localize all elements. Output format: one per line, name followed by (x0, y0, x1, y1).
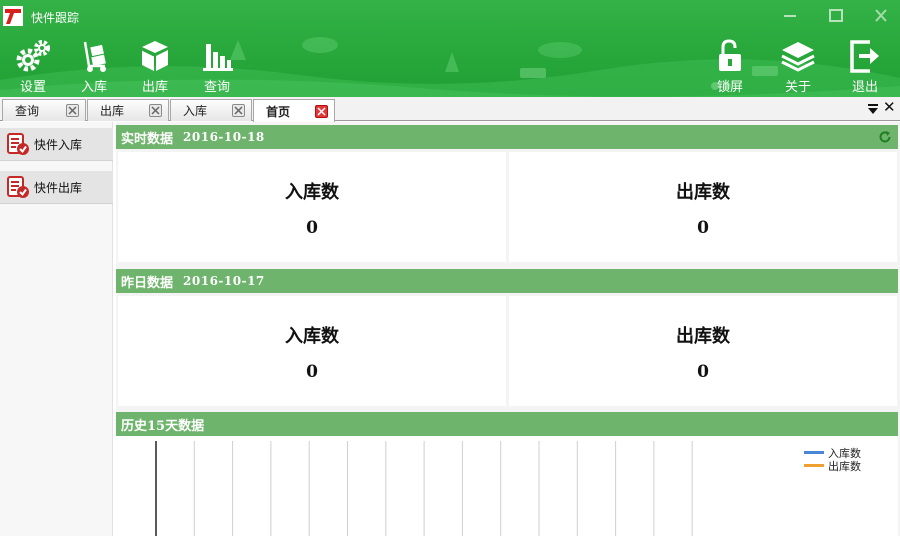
inbound-button[interactable]: 入库 (69, 38, 119, 94)
legend-swatch (804, 451, 824, 454)
stat-value: 0 (697, 362, 709, 382)
tab-label: 出库 (100, 104, 125, 118)
yesterday-outbound-card: 出库数 0 (509, 296, 897, 406)
sidebar-item-label: 快件出库 (34, 180, 83, 195)
stat-value: 0 (697, 218, 709, 238)
gears-icon (16, 40, 50, 72)
legend-label: 出库数 (828, 460, 861, 473)
tab-close-icon[interactable] (149, 104, 162, 117)
history-chart: 入库数 出库数 (116, 436, 898, 536)
settings-label: 设置 (19, 79, 46, 94)
settings-button[interactable]: 设置 (8, 38, 58, 94)
realtime-inbound-card: 入库数 0 (118, 152, 506, 262)
sidebar-item-outbound[interactable]: 快件出库 (0, 171, 113, 204)
query-label: 查询 (203, 79, 230, 94)
stat-value: 0 (306, 218, 318, 238)
tab-close-icon[interactable] (232, 104, 245, 117)
realtime-date: 2016-10-18 (183, 130, 265, 144)
tab-outbound[interactable]: 出库 (87, 99, 169, 121)
tab-label: 入库 (183, 104, 208, 118)
tab-inbound[interactable]: 入库 (170, 99, 252, 121)
history-title: 历史15天数据 (121, 418, 205, 434)
exit-label: 退出 (851, 79, 878, 94)
lock-screen-button[interactable]: 锁屏 (705, 38, 755, 94)
legend-swatch (804, 464, 824, 467)
close-window-button[interactable] (869, 6, 893, 26)
realtime-title: 实时数据 (121, 131, 174, 147)
tab-query[interactable]: 查询 (2, 99, 86, 121)
stat-value: 0 (306, 362, 318, 382)
stat-label: 入库数 (285, 182, 339, 203)
app-header: 快件跟踪 设置 入库 出库 查询 锁屏 关于 退出 (0, 0, 900, 97)
history-panel-header: 历史15天数据 (116, 412, 898, 436)
yesterday-title: 昨日数据 (121, 275, 174, 291)
close-all-tabs-icon[interactable]: ✕ (883, 100, 896, 116)
app-logo-icon (3, 6, 23, 26)
chart-legend: 入库数 出库数 (804, 446, 861, 473)
tab-label: 查询 (15, 104, 40, 118)
boxes-icon (141, 41, 168, 71)
title-bar: 快件跟踪 (0, 0, 900, 32)
tab-bar: 查询 出库 入库 首页 ✕ (0, 97, 900, 122)
unlock-icon (719, 39, 741, 71)
sidebar-item-label: 快件入库 (34, 137, 83, 152)
checklist-icon (7, 133, 29, 155)
yesterday-date: 2016-10-17 (183, 274, 265, 288)
about-label: 关于 (784, 79, 811, 94)
stat-label: 入库数 (285, 326, 339, 347)
outbound-label: 出库 (141, 79, 168, 94)
tab-home[interactable]: 首页 (253, 99, 335, 122)
about-button[interactable]: 关于 (773, 38, 823, 94)
tab-label: 首页 (266, 104, 291, 119)
minimize-button[interactable] (778, 6, 802, 26)
bar-chart-icon (203, 44, 233, 71)
maximize-button[interactable] (824, 6, 848, 26)
stat-label: 出库数 (676, 326, 730, 347)
realtime-outbound-card: 出库数 0 (509, 152, 897, 262)
exit-icon (850, 40, 879, 73)
tab-list-dropdown-icon[interactable] (866, 102, 880, 116)
outbound-button[interactable]: 出库 (130, 38, 180, 94)
realtime-panel-header: 实时数据 2016-10-18 (116, 125, 898, 149)
stat-label: 出库数 (676, 182, 730, 203)
history-chart-svg (155, 441, 693, 536)
dashboard-main: 实时数据 2016-10-18 入库数 0 出库数 0 昨日数据 2016-10… (116, 122, 900, 536)
exit-button[interactable]: 退出 (840, 38, 890, 94)
layers-icon (781, 42, 815, 72)
lock-label: 锁屏 (716, 79, 743, 94)
sidebar: 快件入库 快件出库 (0, 122, 113, 536)
hand-truck-icon (83, 41, 106, 72)
legend-item-outbound: 出库数 (804, 459, 861, 473)
yesterday-panel-header: 昨日数据 2016-10-17 (116, 269, 898, 293)
inbound-label: 入库 (80, 79, 107, 94)
window-title: 快件跟踪 (31, 11, 80, 25)
refresh-icon[interactable] (878, 130, 892, 144)
checklist-icon (7, 176, 29, 198)
yesterday-inbound-card: 入库数 0 (118, 296, 506, 406)
sidebar-item-inbound[interactable]: 快件入库 (0, 128, 113, 161)
tab-close-icon[interactable] (66, 104, 79, 117)
query-button[interactable]: 查询 (192, 38, 242, 94)
tab-close-icon[interactable] (315, 104, 328, 118)
